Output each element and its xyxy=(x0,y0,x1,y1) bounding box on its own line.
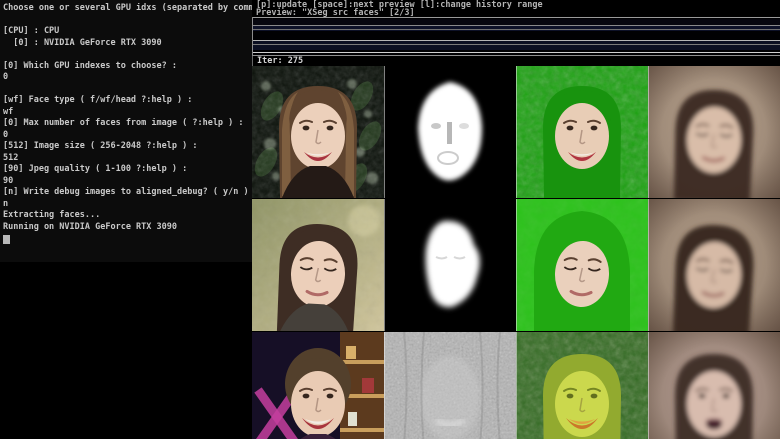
terminal-line: [512] Image size ( 256-2048 ?:help ) : xyxy=(3,141,252,153)
terminal-line: 0 xyxy=(3,72,252,84)
terminal-line xyxy=(3,15,252,27)
iteration-counter: Iter: 275 xyxy=(252,56,780,66)
training-preview-window[interactable]: [p]:update [space]:next preview [l]:chan… xyxy=(252,0,780,439)
loss-graph-line xyxy=(253,17,780,18)
preview-cell-src-face-3 xyxy=(252,332,384,439)
terminal-line: Choose one or several GPU idxs (separate… xyxy=(3,3,252,15)
loss-graph-line xyxy=(253,52,780,53)
loss-graph-band xyxy=(253,41,780,50)
loss-graph-line xyxy=(253,29,780,30)
preview-cell-xseg-mask-1 xyxy=(384,66,516,198)
terminal-line: Running on NVIDIA GeForce RTX 3090 xyxy=(3,222,252,234)
terminal-line xyxy=(3,84,252,96)
terminal-line: [0] Max number of faces from image ( ?:h… xyxy=(3,118,252,130)
terminal-line: [90] Jpeg quality ( 1-100 ?:help ) : xyxy=(3,164,252,176)
loss-graph-line xyxy=(253,44,780,45)
terminal-line: [0] Which GPU indexes to choose? : xyxy=(3,61,252,73)
preview-cell-xseg-mask-2 xyxy=(384,199,516,331)
terminal-window[interactable]: Choose one or several GPU idxs (separate… xyxy=(0,0,252,262)
terminal-line: [0] : NVIDIA GeForce RTX 3090 xyxy=(3,38,252,50)
loss-graph-line xyxy=(253,40,780,41)
preview-cell-predicted-3 xyxy=(648,332,780,439)
terminal-line: 90 xyxy=(3,176,252,188)
terminal-line: 0 xyxy=(3,130,252,142)
terminal-output: Choose one or several GPU idxs (separate… xyxy=(3,3,252,233)
preview-cell-src-face-2 xyxy=(252,199,384,331)
terminal-line: [wf] Face type ( f/wf/head ?:help ) : xyxy=(3,95,252,107)
preview-title-line: Preview: "XSeg src faces" [2/3] xyxy=(256,10,780,18)
terminal-line: 512 xyxy=(3,153,252,165)
preview-cell-masked-yellow-3 xyxy=(516,332,648,439)
terminal-line: n xyxy=(3,199,252,211)
preview-cell-masked-green-1 xyxy=(516,66,648,198)
preview-cell-predicted-2 xyxy=(648,199,780,331)
preview-cell-xseg-texture-3 xyxy=(384,332,516,439)
preview-grid xyxy=(252,66,780,439)
terminal-line xyxy=(3,49,252,61)
desktop: Choose one or several GPU idxs (separate… xyxy=(0,0,780,439)
loss-history-graph xyxy=(252,17,780,56)
terminal-line: Extracting faces... xyxy=(3,210,252,222)
terminal-line: wf xyxy=(3,107,252,119)
preview-cell-predicted-1 xyxy=(648,66,780,198)
preview-cell-src-face-1 xyxy=(252,66,384,198)
preview-cell-masked-green-2 xyxy=(516,199,648,331)
terminal-cursor xyxy=(3,235,10,244)
preview-help-bar: [p]:update [space]:next preview [l]:chan… xyxy=(252,0,780,17)
loss-graph-line xyxy=(253,25,780,26)
terminal-line: [CPU] : CPU xyxy=(3,26,252,38)
terminal-line: [n] Write debug images to aligned_debug?… xyxy=(3,187,252,199)
